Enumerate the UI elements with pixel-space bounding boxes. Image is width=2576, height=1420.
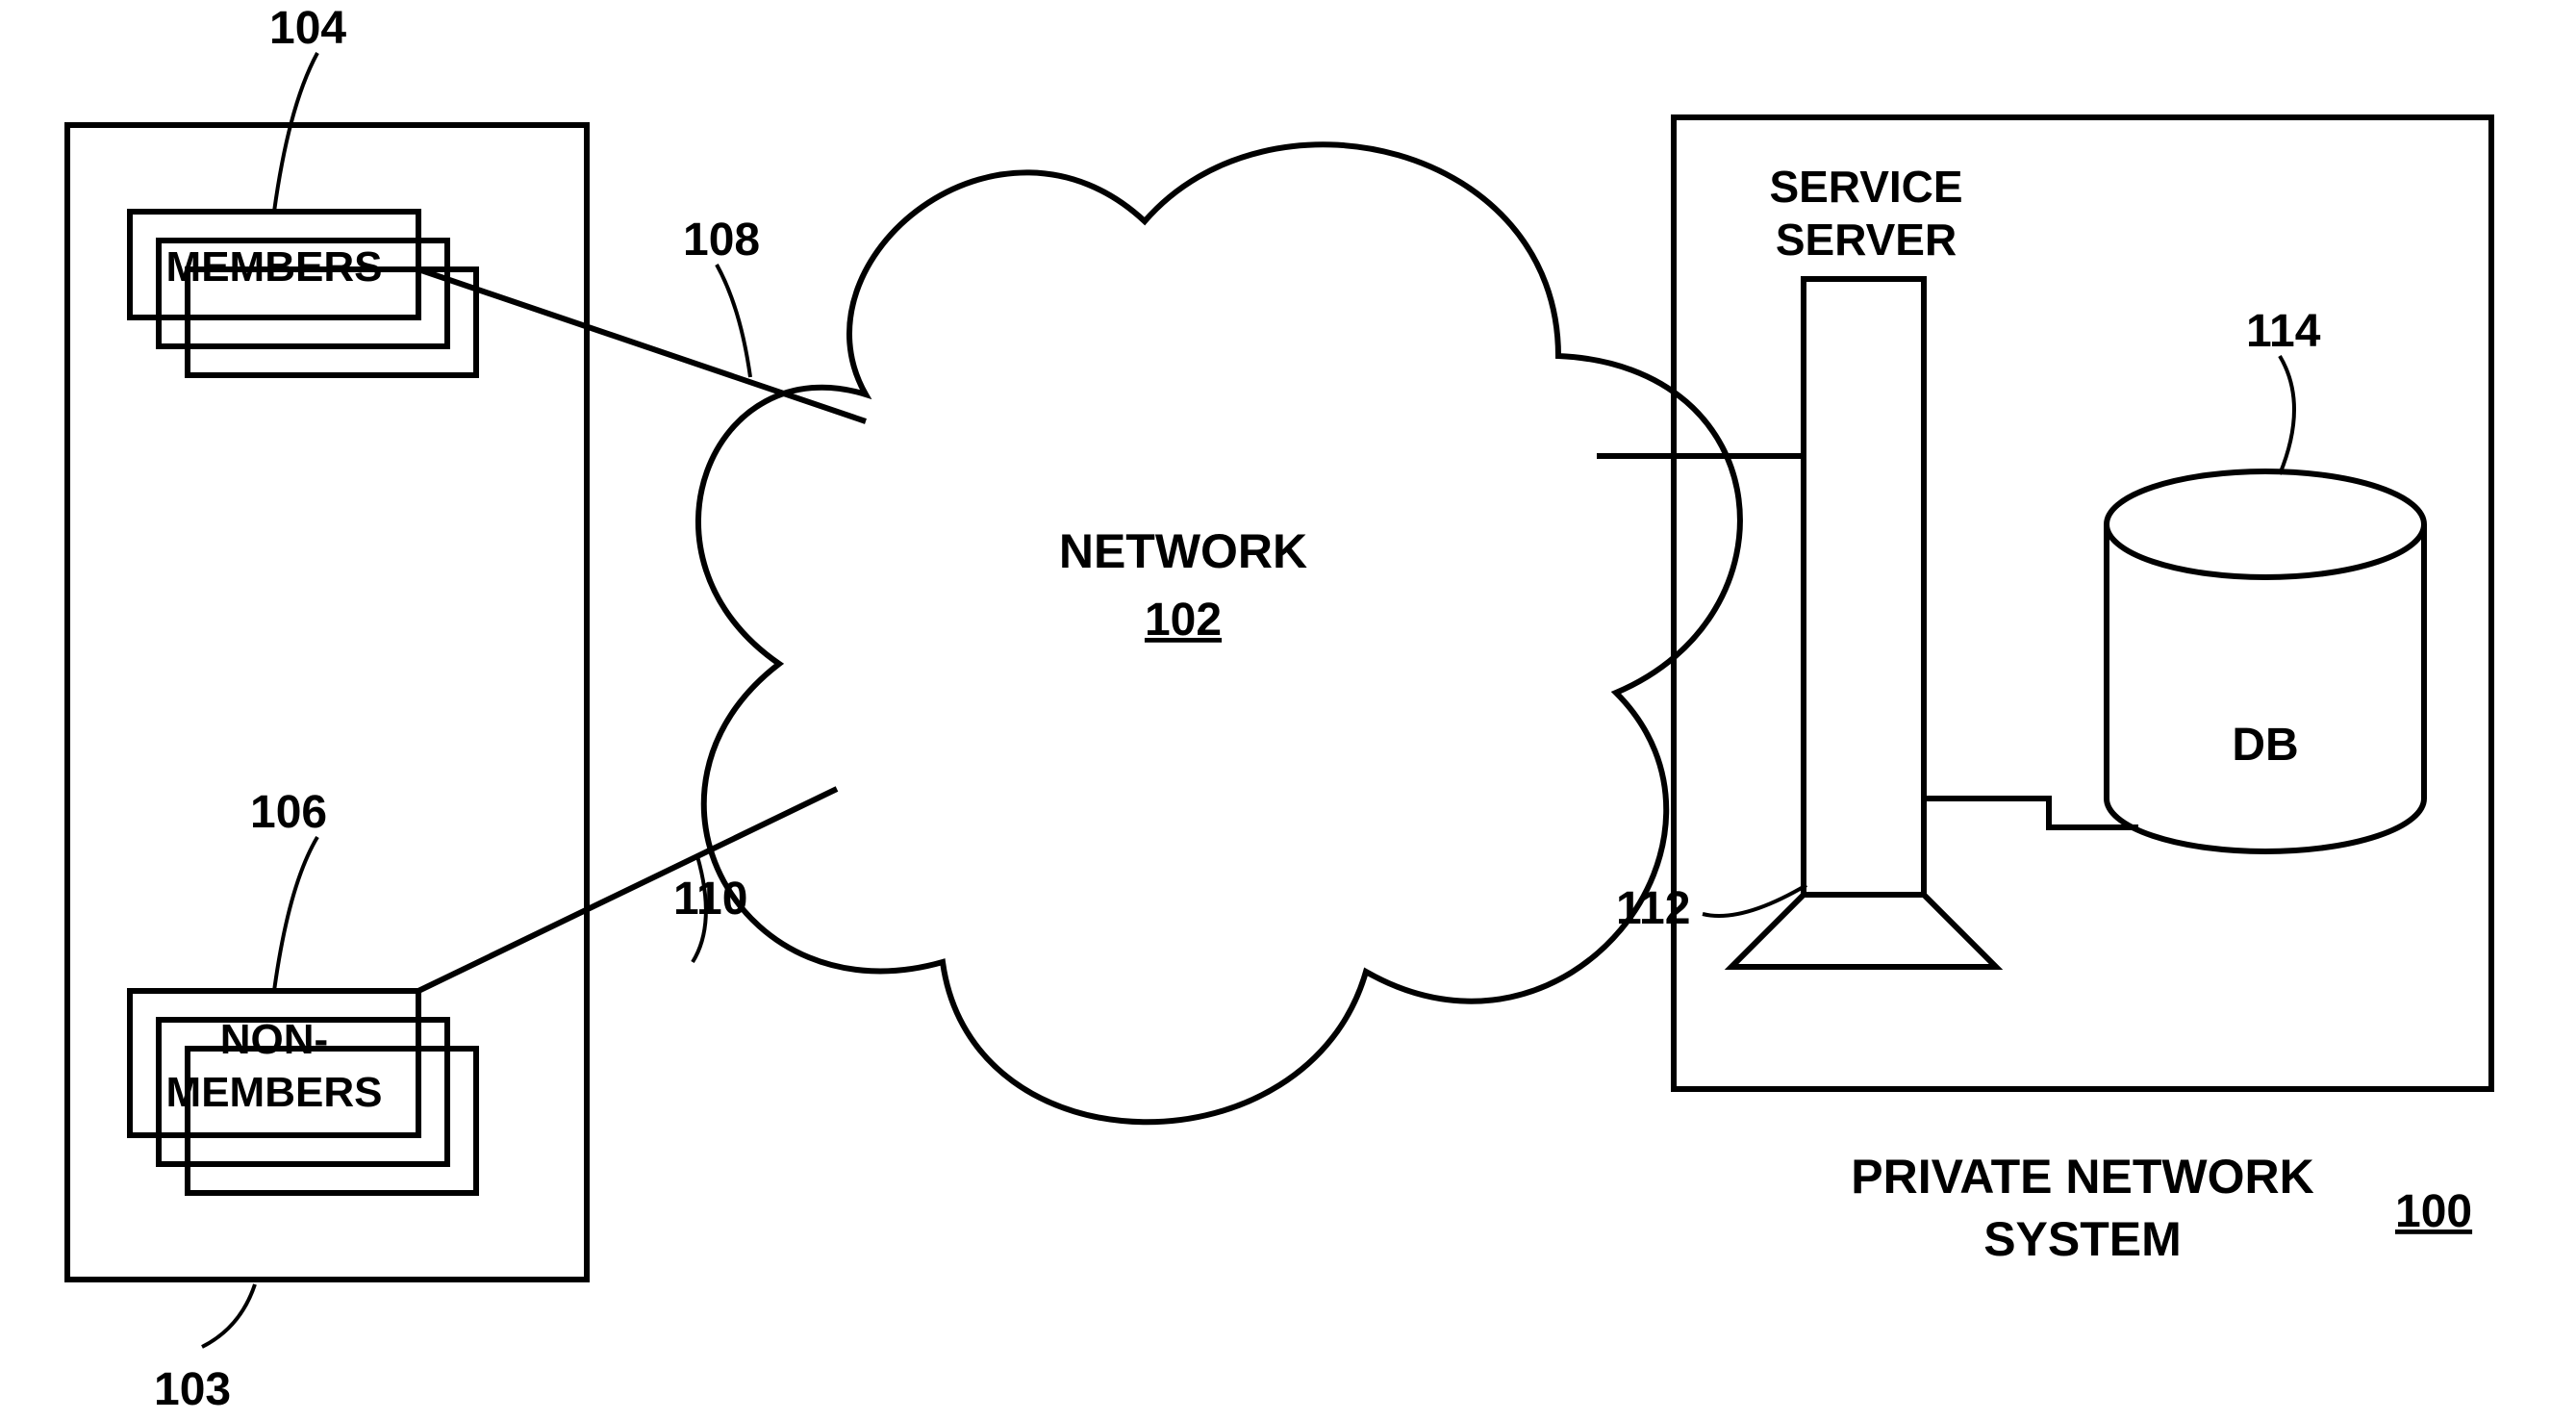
ref-103: 103 [154,1364,231,1415]
service-label-l1: SERVICE [1769,162,1962,212]
ref-112: 112 [1616,883,1690,934]
ref-110: 110 [673,874,747,925]
service-label-l2: SERVER [1776,215,1957,265]
database-cylinder [2107,471,2424,851]
network-label: NETWORK [1059,524,1307,578]
pns-label-l2: SYSTEM [1983,1212,2182,1266]
ref-114: 114 [2246,306,2321,357]
leader-114 [2280,356,2294,474]
db-label: DB [2232,720,2298,771]
link-nonmembers-network [418,789,837,991]
service-server [1731,279,1996,967]
link-members-network [418,269,866,421]
ref-104: 104 [269,3,346,54]
leader-103 [202,1284,255,1347]
ref-108: 108 [683,215,760,266]
leader-104 [274,53,317,212]
ref-102: 102 [1145,595,1222,646]
patent-figure: 103 MEMBERS 104 NON- MEMBERS 106 NETWORK… [0,0,2576,1420]
leader-108 [717,265,750,377]
nonmembers-label-l1: NON- [220,1016,328,1063]
ref-106: 106 [250,787,327,838]
leader-106 [274,837,317,991]
pns-label-l1: PRIVATE NETWORK [1851,1150,2313,1204]
nonmembers-label-l2: MEMBERS [166,1069,383,1116]
members-stack [130,212,476,375]
members-label: MEMBERS [166,243,383,291]
ref-100: 100 [2395,1186,2472,1237]
